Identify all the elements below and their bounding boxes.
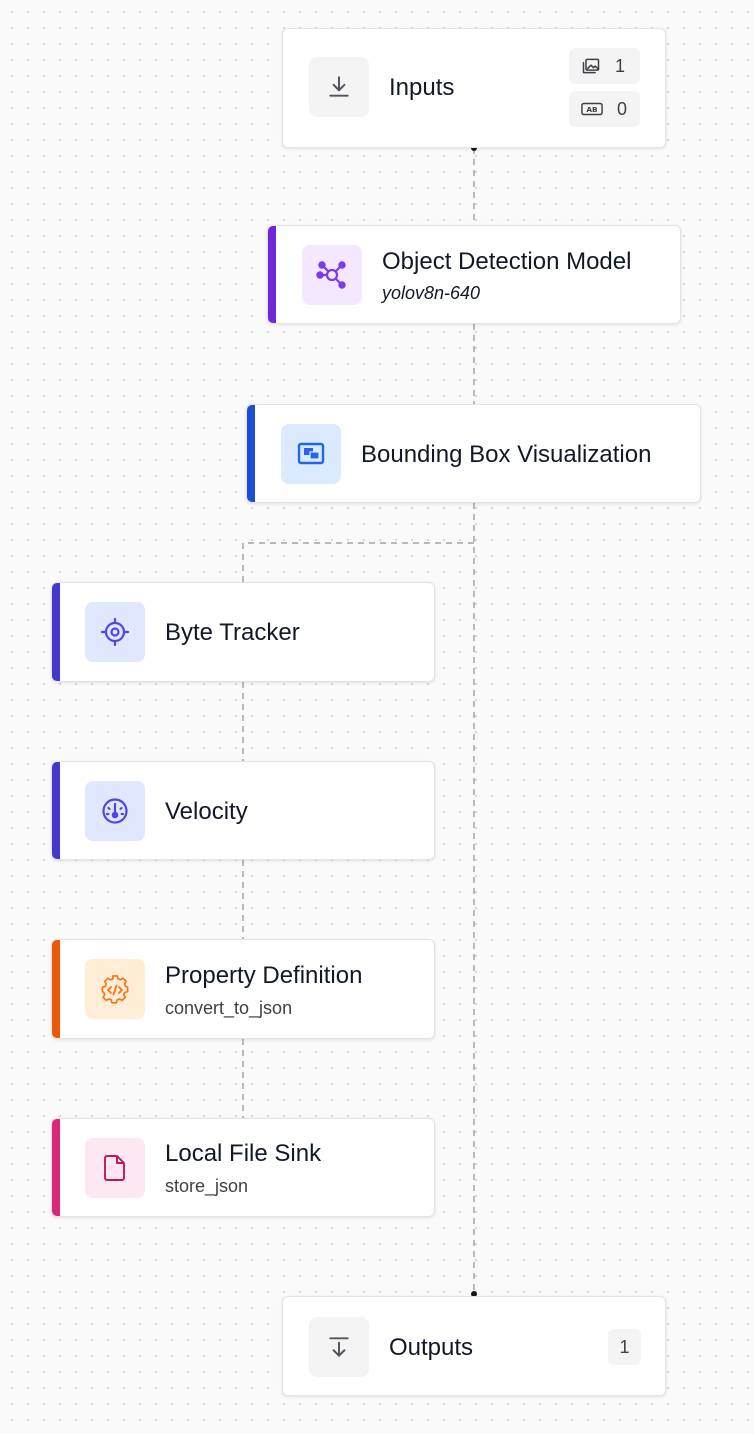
node-accent-bar	[52, 1119, 60, 1216]
node-title: Object Detection Model	[382, 248, 632, 275]
crosshair-target-icon	[85, 602, 145, 662]
property-definition-node[interactable]: Property Definition convert_to_json	[51, 939, 435, 1039]
node-subtitle: yolov8n-640	[382, 283, 481, 303]
download-to-bottom-icon	[309, 1317, 369, 1377]
workflow-connections	[242, 148, 475, 1294]
bounding-box-visualization-node[interactable]: Bounding Box Visualization	[246, 404, 701, 503]
node-accent-bar	[52, 762, 60, 859]
file-icon	[85, 1138, 145, 1198]
text-ab-icon: AB	[581, 102, 603, 116]
node-title: Property Definition	[165, 962, 363, 989]
bounding-box-icon	[281, 424, 341, 484]
gear-code-icon	[85, 959, 145, 1019]
inputs-title: Inputs	[389, 74, 455, 101]
node-subtitle: convert_to_json	[165, 998, 293, 1018]
node-title: Local File Sink	[165, 1140, 322, 1167]
speedometer-icon	[85, 781, 145, 841]
svg-text:AB: AB	[586, 105, 598, 114]
image-icon	[582, 58, 600, 74]
network-hub-icon	[302, 245, 362, 305]
outputs-node[interactable]: Outputs 1	[282, 1296, 666, 1396]
node-accent-bar	[247, 405, 255, 502]
node-title: Byte Tracker	[165, 619, 300, 646]
node-accent-bar	[52, 583, 60, 681]
outputs-count: 1	[619, 1336, 630, 1357]
velocity-node[interactable]: Velocity	[51, 761, 435, 860]
node-accent-bar	[52, 940, 60, 1038]
image-inputs-count: 1	[615, 55, 626, 76]
text-inputs-count: 0	[617, 98, 628, 119]
node-title: Bounding Box Visualization	[361, 441, 652, 468]
outputs-title: Outputs	[389, 1334, 474, 1361]
download-icon	[309, 57, 369, 117]
inputs-node[interactable]: Inputs 1 AB 0	[282, 28, 666, 148]
image-inputs-badge: 1	[569, 48, 640, 84]
byte-tracker-node[interactable]: Byte Tracker	[51, 582, 435, 682]
outputs-count-badge: 1	[608, 1329, 641, 1365]
edge-visualization-to-tracker	[242, 542, 474, 582]
object-detection-model-node[interactable]: Object Detection Model yolov8n-640	[267, 225, 681, 324]
node-title: Velocity	[165, 798, 248, 825]
text-inputs-badge: AB 0	[569, 91, 640, 127]
node-subtitle: store_json	[165, 1176, 249, 1196]
node-accent-bar	[268, 226, 276, 323]
local-file-sink-node[interactable]: Local File Sink store_json	[51, 1118, 435, 1217]
